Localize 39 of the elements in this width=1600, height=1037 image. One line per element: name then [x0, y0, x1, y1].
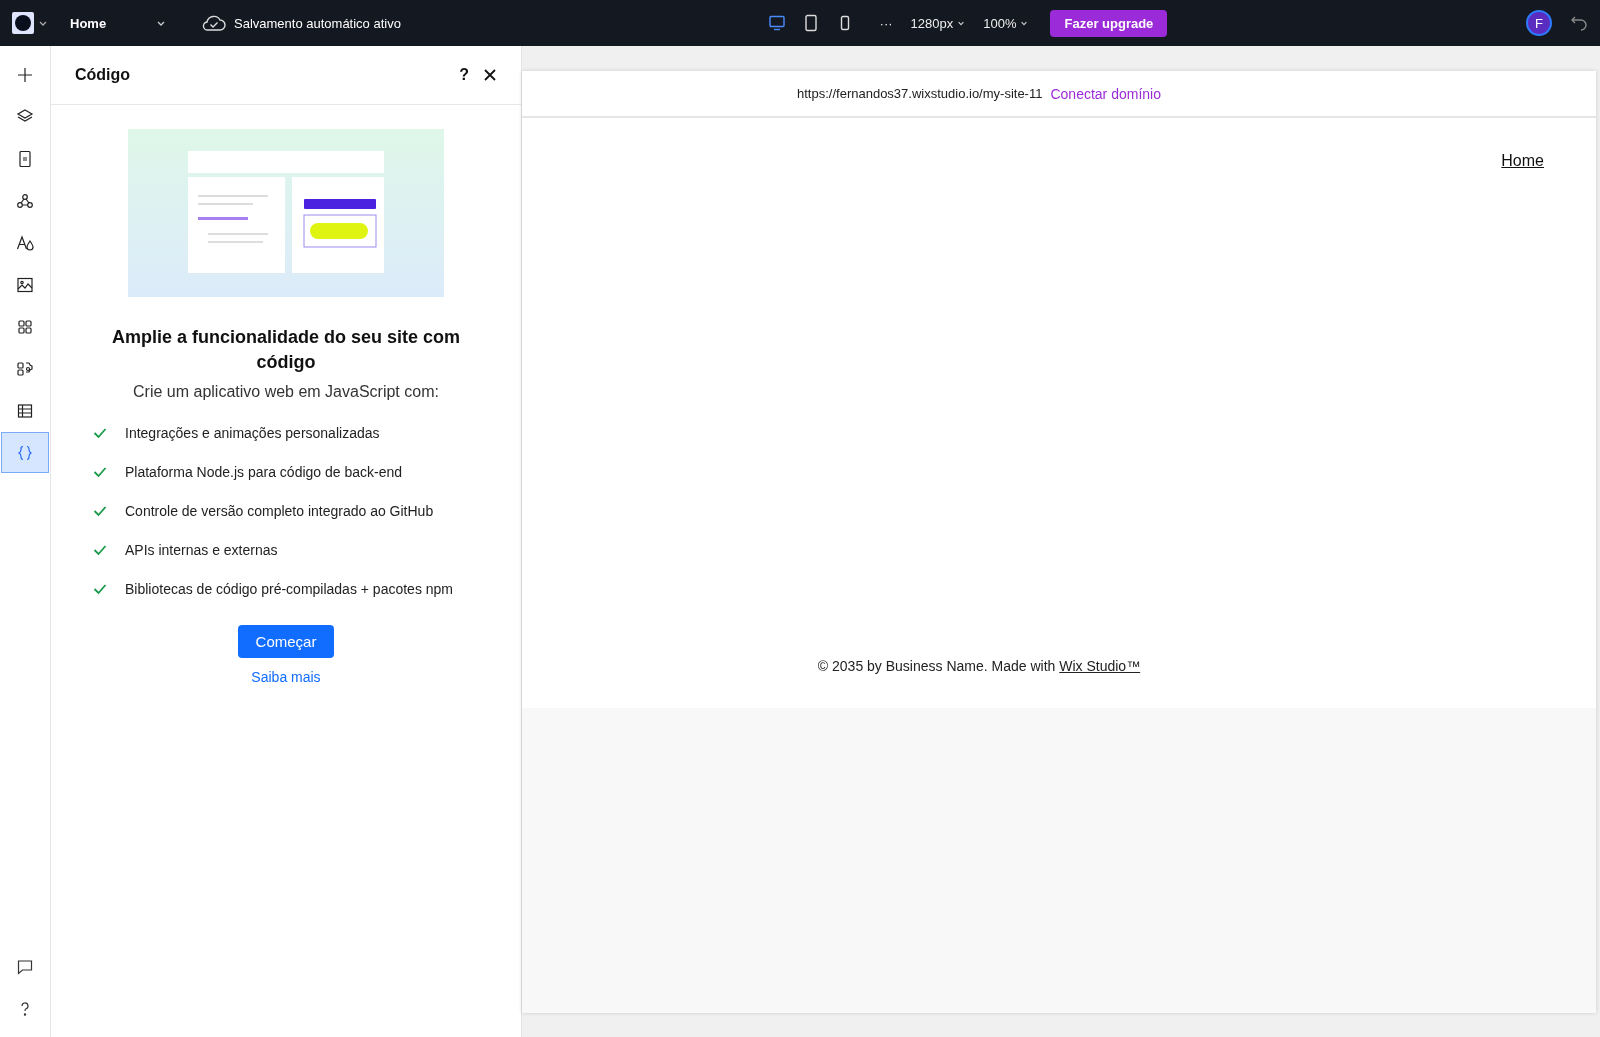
undo-icon[interactable] — [1570, 14, 1588, 32]
footer-text: © 2035 by Business Name. Made with Wix Studio™ — [816, 658, 1142, 674]
caret-icon — [957, 19, 966, 27]
close-button[interactable] — [483, 68, 497, 82]
site-url: https://fernandos37.wixstudio.io/my-site-11 — [797, 86, 1043, 101]
more-button[interactable]: ··· — [879, 15, 893, 31]
avatar[interactable]: F — [1526, 10, 1552, 36]
zoom-dropdown[interactable]: 100% — [983, 15, 1029, 31]
check-icon — [93, 505, 107, 518]
caret-icon — [1020, 19, 1029, 27]
width-dropdown[interactable]: 1280px — [910, 15, 966, 31]
feature-text: Controle de versão completo integrado ao GitHub — [125, 503, 434, 520]
start-button[interactable]: Começar — [237, 625, 335, 659]
feature-text: APIs internas e externas — [125, 542, 278, 559]
desktop-icon — [767, 15, 786, 31]
nav-link[interactable]: Home — [1501, 152, 1544, 170]
panel-subheading: Crie um aplicativo web em JavaScript com: — [133, 383, 439, 402]
panel-title: Código — [75, 66, 131, 84]
close-icon — [483, 68, 497, 82]
learn-more-link[interactable]: Saiba mais — [251, 669, 321, 686]
check-icon — [93, 544, 107, 557]
check-icon — [93, 427, 107, 440]
cloud-check-icon — [202, 14, 226, 32]
connect-domain-link[interactable]: Conectar domínio — [1050, 85, 1161, 102]
feature-text: Bibliotecas de código pré-compiladas + pacotes npm — [125, 581, 454, 598]
footer-link[interactable]: Wix Studio™ — [1059, 658, 1141, 674]
logo-icon — [12, 12, 34, 34]
feature-text: Plataforma Node.js para código de back-end — [125, 464, 403, 481]
site-menu-button[interactable] — [12, 12, 48, 34]
help-button[interactable]: ? — [459, 66, 469, 84]
page-dropdown[interactable]: Home — [70, 15, 166, 31]
panel-heading: Amplie a funcionalidade do seu site com código — [110, 326, 462, 375]
feature-text: Integrações e animações personalizadas — [125, 425, 380, 442]
tablet-icon — [803, 14, 818, 32]
upgrade-button[interactable]: Fazer upgrade — [1050, 9, 1168, 37]
check-icon — [93, 466, 107, 479]
check-icon — [93, 583, 107, 596]
autosave-status: Salvamento automático ativo — [234, 15, 401, 31]
mobile-icon — [838, 15, 851, 31]
